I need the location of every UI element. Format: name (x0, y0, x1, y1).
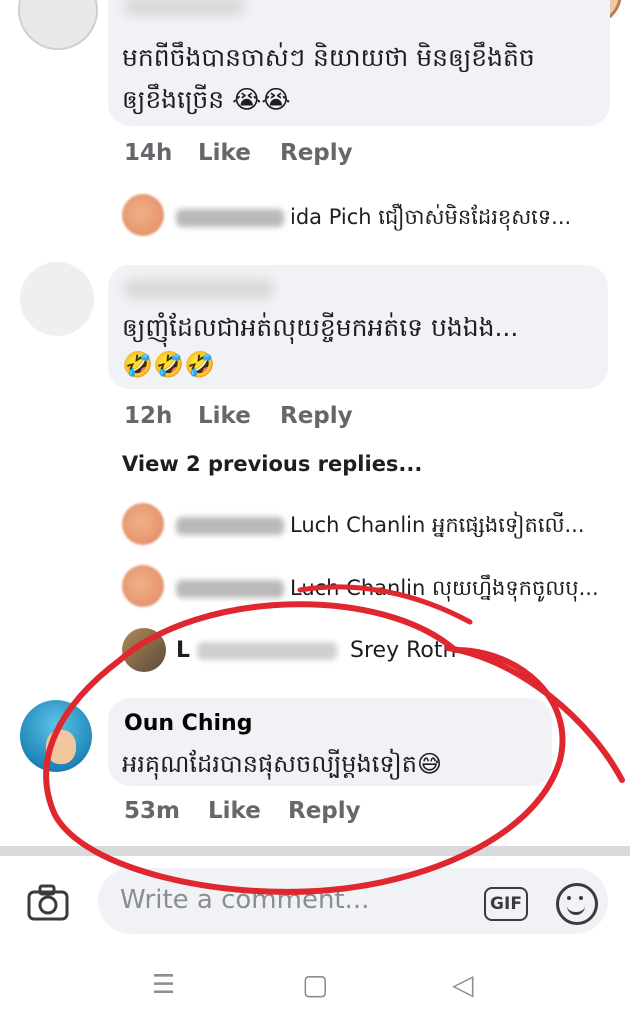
system-nav-bar: ☰ ▢ ◁ (0, 950, 630, 1024)
blurred-name (197, 642, 338, 660)
reply-button[interactable]: Reply (280, 140, 353, 166)
reply-snippet: លុយហ្នឹងទុកចូលបុ... (432, 576, 599, 600)
comment-time: 12h (124, 403, 173, 429)
blurred-name (176, 517, 284, 535)
blurred-name (124, 0, 244, 16)
gif-icon[interactable]: GIF (484, 887, 528, 921)
reply-snippet: ជឿចាស់មិនដែរខុសទេ... (378, 205, 572, 229)
comment-text-line: អរគុណដែរបានផុសចល្បីម្ដងទៀត😅 (122, 750, 442, 778)
comment-text-line: ឲ្យខឹងច្រើន 😭😭 (122, 85, 291, 114)
like-button[interactable]: Like (198, 403, 251, 429)
blurred-name (124, 279, 274, 299)
view-previous-replies-link[interactable]: View 2 previous replies... (122, 452, 422, 476)
oun-ching-avatar[interactable] (20, 700, 92, 772)
divider (0, 846, 630, 856)
reply-mention: Luch Chanlin (290, 576, 426, 600)
reply-preview[interactable]: L Srey Roth (176, 638, 456, 663)
camera-icon[interactable] (27, 884, 69, 922)
reply-avatar[interactable] (122, 503, 164, 545)
reply-author: ida Pich (290, 205, 372, 229)
reply-preview[interactable]: Luch Chanlin អ្នកផ្សេងទៀតលើ... (176, 512, 585, 543)
comment-input[interactable]: Write a comment... (98, 868, 608, 934)
reply-mention: Luch Chanlin (290, 513, 426, 537)
commenter-avatar[interactable] (18, 0, 98, 50)
comment-text-line: មកពីចឹងបានចាស់ៗ និយាយថា មិនឲ្យខឹងតិច (122, 43, 535, 72)
reply-button[interactable]: Reply (288, 798, 361, 824)
menu-icon[interactable]: ☰ (152, 970, 175, 1000)
comment-time: 14h (124, 140, 173, 166)
reply-avatar[interactable] (122, 628, 166, 672)
reply-avatar[interactable] (122, 194, 164, 236)
comment-placeholder: Write a comment... (120, 885, 370, 915)
smiley-icon[interactable] (556, 883, 598, 925)
comment-author[interactable]: Oun Ching (124, 711, 252, 736)
blurred-name (176, 209, 284, 227)
home-icon[interactable]: ▢ (302, 968, 328, 1001)
back-icon[interactable]: ◁ (452, 968, 474, 1001)
comment-text-line: ឲ្យញុំដែលជាអត់លុយខ្ចីមកអត់ទេ បងឯង... (122, 313, 519, 342)
comment-text-line: 🤣🤣🤣 (122, 350, 216, 379)
reply-preview[interactable]: ida Pich ជឿចាស់មិនដែរខុសទេ... (176, 204, 571, 235)
reply-button[interactable]: Reply (280, 403, 353, 429)
comment-time: 53m (124, 798, 180, 824)
reply-snippet: អ្នកផ្សេងទៀតលើ... (432, 513, 585, 537)
commenter-avatar[interactable] (20, 262, 94, 336)
reply-preview[interactable]: Luch Chanlin លុយហ្នឹងទុកចូលបុ... (176, 575, 599, 606)
like-button[interactable]: Like (198, 140, 251, 166)
reply-author-start: L (176, 638, 191, 663)
reply-mention: Srey Roth (350, 638, 457, 663)
like-button[interactable]: Like (208, 798, 261, 824)
reply-avatar[interactable] (122, 565, 164, 607)
blurred-name (176, 580, 284, 598)
